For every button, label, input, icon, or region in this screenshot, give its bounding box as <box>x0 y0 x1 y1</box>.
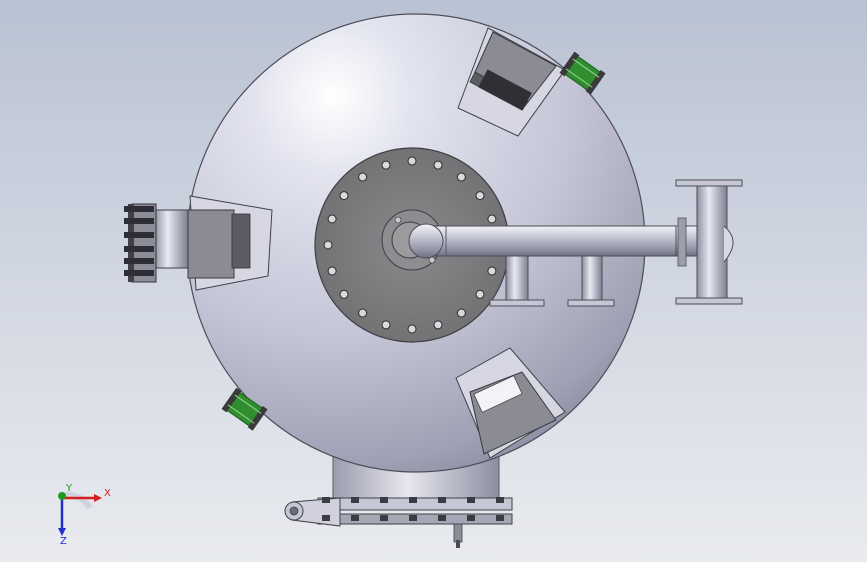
flange-bolt <box>322 515 330 521</box>
flange-bolt <box>380 497 388 503</box>
manway-bolt <box>433 320 443 330</box>
manway-bolt <box>456 308 466 318</box>
manway-bolt <box>358 308 368 318</box>
flange-bolt <box>467 497 475 503</box>
flange-bolt <box>496 515 504 521</box>
manway-bolt <box>339 191 349 201</box>
triad-axes <box>58 492 102 536</box>
manway-bolt <box>475 191 485 201</box>
manway-bolt <box>327 214 337 224</box>
manway-bolt <box>327 266 337 276</box>
x-axis-head <box>94 494 102 502</box>
bottom-flange[interactable] <box>284 497 513 548</box>
cad-viewport[interactable]: X Y Z <box>0 0 867 562</box>
manway-bolt <box>456 172 466 182</box>
manway-bolt <box>433 160 443 170</box>
axis-triad: X Y Z <box>58 483 111 544</box>
z-axis-label: Z <box>60 536 67 544</box>
flange-bolt <box>351 515 359 521</box>
manway-bolt <box>381 160 391 170</box>
manway-bolt <box>381 320 391 330</box>
flange-bolt <box>322 497 330 503</box>
manway-bolt <box>487 266 497 276</box>
manway-bolt <box>487 214 497 224</box>
manway-bolt <box>407 324 417 334</box>
flange-bolt <box>409 515 417 521</box>
y-axis-label: Y <box>65 483 73 494</box>
manway-bolt <box>358 172 368 182</box>
manway-bolt <box>475 289 485 299</box>
model-scene[interactable] <box>0 0 867 562</box>
flange-bolt <box>438 515 446 521</box>
flange-bolt <box>409 497 417 503</box>
z-axis-head <box>58 528 66 536</box>
flange-bolt <box>467 515 475 521</box>
flange-bolt <box>496 497 504 503</box>
flange-bolt <box>351 497 359 503</box>
manway-bolt <box>323 240 333 250</box>
x-axis-label: X <box>104 488 111 499</box>
y-axis-dot <box>58 492 66 500</box>
manway-bolt <box>339 289 349 299</box>
flange-bolt <box>438 497 446 503</box>
manway-bolt <box>407 156 417 166</box>
flange-bolt <box>380 515 388 521</box>
nozzle-left[interactable] <box>124 195 273 291</box>
